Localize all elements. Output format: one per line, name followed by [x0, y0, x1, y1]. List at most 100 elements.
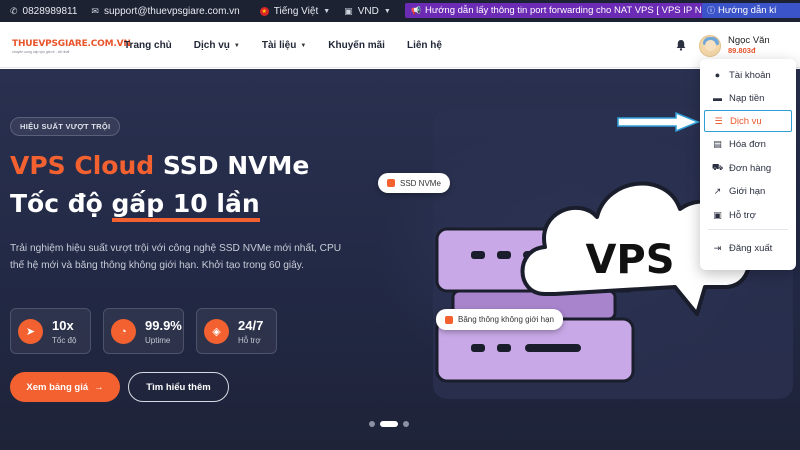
site-logo[interactable]: THUEVPSGIARE.COM.VN chuyên cung cấp vps … — [12, 39, 131, 54]
nav-label: Liên hệ — [406, 40, 442, 51]
logo-tagline: chuyên cung cấp vps giá rẻ - tốt nhất — [12, 50, 70, 54]
avatar-face — [705, 40, 716, 51]
user-name[interactable]: Ngọc Văn — [728, 35, 770, 46]
phone-number: 0828989811 — [22, 5, 78, 17]
promo-announcement-2[interactable]: ⓘ Hướng dẫn kí — [702, 3, 800, 18]
vietnam-flag-icon: ★ — [259, 6, 269, 16]
bandwidth-icon — [445, 315, 453, 324]
menu-item-logout[interactable]: ⇥ Đăng xuất — [704, 237, 792, 259]
logout-icon: ⇥ — [713, 242, 722, 253]
carousel-dot[interactable] — [369, 421, 375, 427]
nav-label: Dịch vụ — [193, 40, 230, 51]
carousel-dots — [369, 421, 409, 427]
menu-item-deposit[interactable]: ▬ Nạp tiền — [704, 87, 792, 109]
info-icon: ⓘ — [707, 6, 715, 15]
currency-label: VND — [357, 5, 379, 17]
main-header: THUEVPSGIARE.COM.VN chuyên cung cấp vps … — [0, 22, 800, 68]
promo2-text: Hướng dẫn kí — [718, 5, 777, 16]
nav-item-contact[interactable]: Liên hệ — [407, 40, 442, 51]
hero-title-rest: SSD NVMe — [154, 151, 310, 180]
hero-subtitle: Tốc độ gấp 10 lần — [10, 189, 260, 222]
ssd-icon — [387, 179, 395, 187]
chevron-down-icon: ▼ — [233, 42, 240, 49]
annotation-arrow-icon — [617, 112, 700, 132]
menu-item-label: Dịch vụ — [730, 115, 762, 127]
bell-icon[interactable] — [675, 39, 687, 51]
stat-value: 24/7 — [238, 318, 264, 333]
phone-icon: ✆ — [10, 5, 18, 16]
support-icon: ▣ — [713, 209, 722, 220]
menu-item-label: Tài khoản — [729, 69, 771, 81]
promo-text: Hướng dẫn lấy thông tin port forwarding … — [424, 5, 715, 16]
main-nav: Trang chủ Dịch vụ ▼ Tài liệu ▼ Khuyến mã… — [124, 40, 464, 51]
menu-item-label: Hỗ trợ — [729, 209, 756, 221]
menu-item-label: Hóa đơn — [729, 138, 766, 150]
stat-label: Hỗ trợ — [238, 336, 261, 345]
chip-label: SSD NVMe — [400, 178, 441, 188]
carousel-dot-active[interactable] — [380, 421, 398, 427]
email-address: support@thuevpsgiare.com.vn — [103, 5, 240, 17]
cart-icon: ⛟ — [711, 162, 724, 172]
shield-icon: ◈ — [204, 319, 229, 344]
user-balance: 89.803đ — [728, 46, 756, 55]
stat-support: ◈ 24/7 Hỗ trợ — [196, 308, 277, 354]
stat-uptime: ◔ 99.9% Uptime — [103, 308, 184, 354]
user-dropdown-menu: ● Tài khoản ▬ Nạp tiền ☰ Dịch vụ ▤ Hóa đ… — [700, 59, 796, 270]
menu-item-invoices[interactable]: ▤ Hóa đơn — [704, 133, 792, 155]
hero-title: VPS Cloud SSD NVMe — [10, 151, 309, 180]
carousel-dot[interactable] — [403, 421, 409, 427]
hero-subtitle-pre: Tốc độ — [10, 189, 112, 218]
top-bar: ✆ 0828989811 ✉ support@thuevpsgiare.com.… — [0, 0, 800, 22]
ssd-nvme-chip: SSD NVMe — [378, 173, 450, 193]
menu-item-support[interactable]: ▣ Hỗ trợ — [704, 204, 792, 226]
stat-label: Tốc độ — [52, 336, 77, 345]
menu-item-label: Nạp tiền — [729, 92, 765, 104]
nav-item-services[interactable]: Dịch vụ ▼ — [194, 40, 240, 51]
learn-more-button[interactable]: Tìm hiểu thêm — [128, 372, 229, 402]
menu-item-limits[interactable]: ↗ Giới hạn — [704, 180, 792, 202]
nav-label: Tài liệu — [261, 40, 297, 51]
bandwidth-chip: Băng thông không giới hạn — [436, 309, 563, 330]
chart-icon: ↗ — [713, 185, 722, 196]
chevron-down-icon: ▼ — [383, 7, 391, 15]
menu-divider — [708, 229, 788, 230]
nav-item-promotions[interactable]: Khuyến mãi — [328, 40, 385, 51]
hero-stats: ➤ 10x Tốc độ ◔ 99.9% Uptime ◈ 24/7 Hỗ tr… — [10, 308, 277, 354]
menu-item-label: Đăng xuất — [729, 242, 773, 254]
language-selector[interactable]: ★ Tiếng Việt ▼ — [259, 5, 331, 17]
menu-item-label: Giới hạn — [729, 185, 766, 197]
stat-speed: ➤ 10x Tốc độ — [10, 308, 91, 354]
cloud-vps-text: VPS — [585, 237, 674, 283]
invoice-icon: ▤ — [713, 138, 722, 149]
email-contact[interactable]: ✉ support@thuevpsgiare.com.vn — [91, 6, 239, 17]
hero-badge: HIỆU SUẤT VƯỢT TRỘI — [10, 117, 121, 136]
hero-description: Trải nghiệm hiệu suất vượt trội với công… — [10, 243, 342, 271]
avatar[interactable] — [699, 35, 721, 57]
button-label: Tìm hiểu thêm — [146, 381, 211, 393]
arrow-right-icon: → — [94, 381, 104, 393]
phone-contact[interactable]: ✆ 0828989811 — [10, 6, 77, 17]
language-label: Tiếng Việt — [273, 5, 319, 17]
money-icon: ▣ — [344, 5, 353, 16]
chip-label: Băng thông không giới hạn — [458, 315, 554, 324]
nav-item-home[interactable]: Trang chủ — [124, 40, 172, 51]
server-icon: ☰ — [714, 115, 723, 126]
chevron-down-icon: ▼ — [323, 7, 331, 15]
view-pricing-button[interactable]: Xem bảng giá → — [10, 372, 120, 402]
hero-title-highlight: VPS Cloud — [10, 151, 155, 180]
button-label: Xem bảng giá — [26, 381, 89, 393]
nav-label: Khuyến mãi — [328, 40, 385, 51]
user-icon: ● — [714, 70, 721, 80]
stat-value: 10x — [52, 318, 74, 333]
nav-label: Trang chủ — [124, 40, 172, 51]
menu-item-orders[interactable]: ⛟ Đơn hàng — [704, 157, 792, 179]
nav-item-docs[interactable]: Tài liệu ▼ — [262, 40, 306, 51]
stat-label: Uptime — [145, 336, 171, 345]
currency-selector[interactable]: ▣ VND ▼ — [344, 6, 391, 17]
menu-item-account[interactable]: ● Tài khoản — [704, 64, 792, 86]
menu-item-services[interactable]: ☰ Dịch vụ — [704, 110, 792, 132]
promo-announcement[interactable]: 📢 Hướng dẫn lấy thông tin port forwardin… — [405, 3, 721, 18]
rocket-icon: ➤ — [18, 319, 43, 344]
megaphone-icon: 📢 — [411, 6, 421, 15]
stat-value: 99.9% — [145, 318, 182, 333]
